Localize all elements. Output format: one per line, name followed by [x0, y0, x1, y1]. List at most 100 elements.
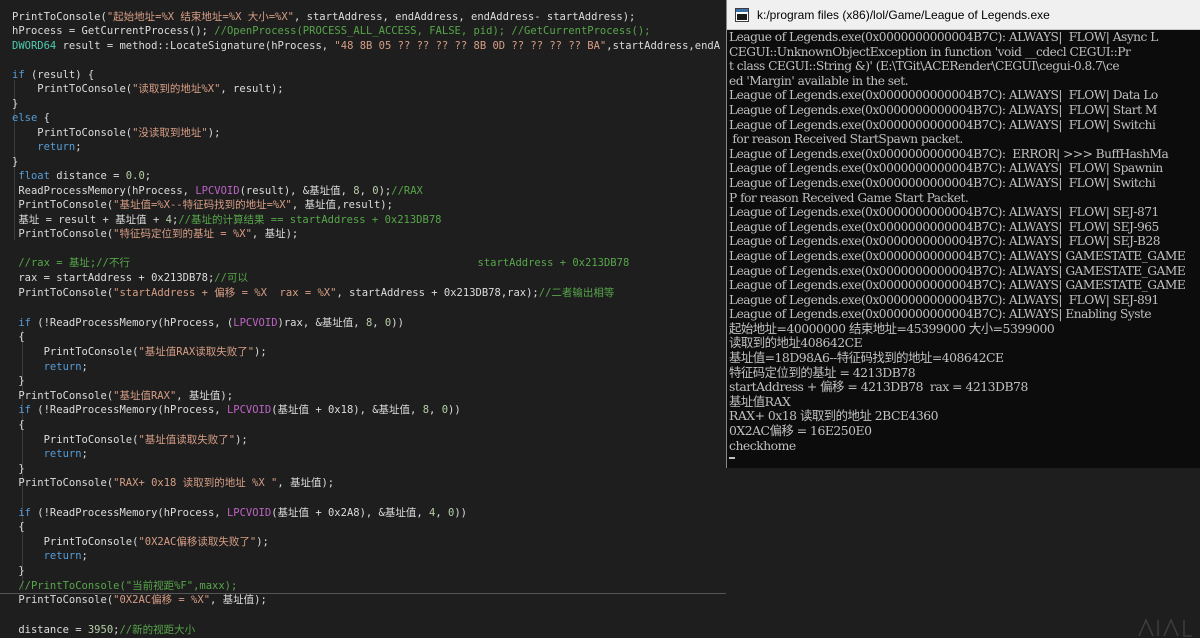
console-output-line: 起始地址=40000000 结束地址=45399000 大小=5399000 — [729, 320, 1055, 336]
code-token: //rax = 基址;//不行 startAddress + 0x213DB78 — [12, 257, 630, 269]
code-token: ; — [81, 448, 88, 460]
code-token: { — [12, 521, 25, 533]
code-token: LPCVOID — [233, 317, 278, 329]
code-token: else — [12, 112, 38, 124]
code-token: (基址值 + 0x2A8), &基址值, — [271, 507, 430, 519]
code-token: LPCVOID — [226, 404, 272, 416]
console-log-line: League of Legends.exe(0x0000000000004B7C… — [729, 263, 1186, 278]
code-token: )rax, &基址值, — [277, 317, 366, 329]
code-token: PrintToConsole( — [12, 287, 114, 299]
code-token: "基址值=%X--特征码找到的地址=%X" — [113, 199, 292, 211]
code-line: DWORD64 result = method::LocateSignature… — [12, 39, 720, 54]
code-token: )) — [391, 317, 404, 329]
code-token: "基址值RAX" — [113, 390, 177, 402]
editor-split-divider[interactable] — [0, 593, 726, 594]
code-line: PrintToConsole("起始地址=%X 结束地址=%X 大小=%X", … — [12, 10, 635, 25]
code-token: (result) { — [24, 69, 95, 81]
code-line: return; — [12, 140, 81, 155]
console-log-line: League of Legends.exe(0x0000000000004B7C… — [729, 146, 1169, 161]
code-token: (!ReadProcessMemory(hProcess, — [30, 404, 227, 416]
console-output-line: 0X2AC偏移 = 16E250E0 — [729, 423, 872, 439]
code-token: ; — [81, 361, 88, 373]
code-token: ); — [256, 536, 269, 548]
code-token: if — [12, 507, 31, 519]
console-output-line: 读取到的地址408642CE — [729, 335, 863, 351]
code-line: PrintToConsole("0X2AC偏移 = %X", 基址值); — [12, 593, 267, 608]
code-token: //二者输出相等 — [538, 287, 615, 299]
code-line: PrintToConsole("startAddress + 偏移 = %X r… — [12, 286, 614, 301]
code-token: ); — [254, 346, 267, 358]
code-token: "起始地址=%X 结束地址=%X 大小=%X" — [106, 11, 295, 23]
code-token: , 基址值); — [210, 594, 267, 606]
code-line: } — [12, 374, 24, 389]
code-token: PrintToConsole( — [12, 11, 107, 23]
code-token: , startAddress + 0x213DB78,rax); — [336, 287, 539, 299]
code-line: if (!ReadProcessMemory(hProcess, (LPCVOI… — [12, 316, 404, 331]
code-line: PrintToConsole("基址值读取失败了"); — [12, 433, 248, 448]
code-line: return; — [12, 549, 88, 564]
code-line: } — [12, 97, 18, 112]
code-token: if — [12, 69, 25, 81]
code-token: if — [12, 317, 31, 329]
console-log-line: League of Legends.exe(0x0000000000004B7C… — [729, 175, 1156, 190]
code-token: return — [12, 141, 76, 153]
console-title: k:/program files (x86)/lol/Game/League o… — [757, 7, 1050, 22]
code-line: } — [12, 462, 24, 477]
code-token: , — [429, 404, 442, 416]
console-cursor — [729, 457, 735, 460]
code-token: PrintToConsole( — [12, 390, 114, 402]
code-token: if — [12, 404, 31, 416]
code-token: return — [12, 550, 82, 562]
code-line: { — [12, 330, 24, 345]
code-token: ,startAddress,endA — [606, 40, 721, 52]
console-log-line: League of Legends.exe(0x0000000000004B7C… — [729, 88, 1158, 103]
code-line: } — [12, 155, 18, 170]
code-token: "RAX+ 0x18 读取到的地址 %X " — [113, 477, 278, 489]
code-token: return — [12, 448, 82, 460]
code-token: LPCVOID — [226, 507, 272, 519]
code-token: PrintToConsole( — [12, 346, 139, 358]
code-token: result = method::LocateSignature(hProces… — [56, 40, 335, 52]
console-window[interactable]: k:/program files (x86)/lol/Game/League o… — [726, 0, 1200, 468]
console-output-line: checkhome — [729, 437, 796, 453]
code-line: if (!ReadProcessMemory(hProcess, LPCVOID… — [12, 403, 461, 418]
code-token: "startAddress + 偏移 = %X rax = %X" — [113, 287, 337, 299]
console-app-icon — [735, 7, 749, 22]
code-token: //基址的计算结果 == startAddress + 0x213DB78 — [178, 214, 442, 226]
console-program-output: 起始地址=40000000 结束地址=45399000 大小=5399000 读取… — [729, 320, 1200, 453]
code-line: return; — [12, 447, 88, 462]
code-token: { — [12, 419, 25, 431]
code-token: hProcess = GetCurrentProcess(); — [12, 25, 215, 37]
code-token: , 基址); — [251, 228, 299, 240]
code-token: } — [12, 565, 25, 577]
code-line: return; — [12, 360, 88, 375]
code-token: "0X2AC偏移读取失败了" — [138, 536, 257, 548]
code-token: , 基址值,result); — [291, 199, 393, 211]
console-titlebar[interactable]: k:/program files (x86)/lol/Game/League o… — [727, 0, 1200, 30]
code-line: PrintToConsole("基址值RAX", 基址值); — [12, 389, 233, 404]
code-token: PrintToConsole( — [12, 83, 133, 95]
code-token: "读取到的地址%X" — [132, 83, 221, 95]
code-line: { — [12, 520, 25, 535]
console-log-line: League of Legends.exe(0x0000000000004B7C… — [729, 102, 1157, 117]
code-token: "特征码定位到的基址 = %X" — [113, 228, 252, 240]
code-token: )) — [448, 404, 461, 416]
console-output[interactable]: League of Legends.exe(0x0000000000004B7C… — [727, 30, 1200, 468]
code-token: PrintToConsole( — [12, 594, 114, 606]
console-log-line: P for reason Received Game Start Packet. — [729, 190, 969, 205]
code-token: , — [359, 185, 373, 197]
code-token: //可以 — [214, 272, 248, 284]
code-token: { — [37, 112, 50, 124]
console-output-line: startAddress + 偏移 = 4213DB78 rax = 4213D… — [729, 379, 1028, 395]
code-token: "基址值读取失败了" — [138, 434, 236, 446]
code-token: rax = startAddress + 0x213DB78; — [12, 272, 215, 284]
code-token: PrintToConsole( — [12, 536, 139, 548]
code-line: PrintToConsole("特征码定位到的基址 = %X", 基址); — [12, 227, 298, 242]
code-token: PrintToConsole( — [12, 477, 114, 489]
code-line: //PrintToConsole("当前视距%F",maxx); — [12, 579, 237, 594]
code-token: ); — [378, 185, 392, 197]
console-output-line: 特征码定位到的基址 = 4213DB78 — [729, 364, 916, 380]
code-token: } — [12, 156, 19, 168]
code-token: ; — [144, 170, 152, 182]
code-token: (!ReadProcessMemory(hProcess, ( — [30, 317, 234, 329]
